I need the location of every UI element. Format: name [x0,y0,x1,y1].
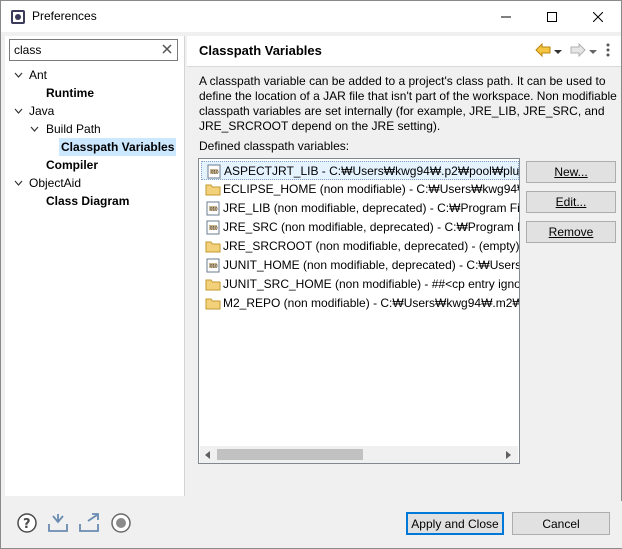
list-item[interactable]: ECLIPSE_HOME (non modifiable) - C:₩Users… [201,180,520,199]
forward-arrow-icon[interactable] [570,42,586,60]
svg-text:010: 010 [210,264,218,269]
new-button-label: New... [554,165,588,179]
classpath-variables-list[interactable]: 010 ASPECTJRT_LIB - C:₩Users₩kwg94₩.p2₩p… [198,158,520,464]
list-item[interactable]: 010 ASPECTJRT_LIB - C:₩Users₩kwg94₩.p2₩p… [201,161,519,180]
variable-text: JUNIT_HOME (non modifiable, deprecated) … [223,258,520,272]
list-item[interactable]: 010 JRE_LIB (non modifiable, deprecated)… [201,199,520,218]
variable-text: ECLIPSE_HOME (non modifiable) - C:₩Users… [223,182,520,196]
variable-text: JRE_LIB (non modifiable, deprecated) - C… [223,201,520,215]
tree-item-objectaid[interactable]: ObjectAid [5,174,183,192]
chevron-down-icon[interactable] [13,102,23,120]
variable-text: JRE_SRC (non modifiable, deprecated) - C… [223,220,520,234]
remove-button-label: Remove [548,225,594,239]
cancel-button[interactable]: Cancel [512,512,610,535]
folder-icon [205,298,221,310]
svg-text:010: 010 [211,170,219,175]
dialog-button-bar: ? Apply and Close Cancel [2,501,622,548]
page-header: Classpath Variables [187,36,621,67]
tree-item-label: Ant [29,68,48,82]
folder-icon [205,279,221,291]
jar-file-icon: 010 [206,258,220,273]
tree-item-label: Runtime [46,86,94,100]
window-title: Preferences [32,9,97,23]
jar-file-icon: 010 [206,220,220,235]
variable-text: JRE_SRCROOT (non modifiable, deprecated)… [223,239,520,253]
tree-item-label: Classpath Variables [61,140,175,154]
import-preferences-icon[interactable] [47,512,69,534]
page-description: A classpath variable can be added to a p… [199,74,617,133]
list-horizontal-scrollbar[interactable] [200,446,518,463]
edit-variable-button[interactable]: Edit... [526,191,616,213]
clear-filter-icon[interactable] [161,43,173,55]
chevron-down-icon[interactable] [13,174,23,192]
apply-and-close-button[interactable]: Apply and Close [406,512,504,535]
folder-icon [205,184,221,196]
scroll-right-icon[interactable] [502,446,516,463]
chevron-down-icon[interactable] [13,66,23,84]
tree-item-classpath-variables[interactable]: Classpath Variables [59,138,176,156]
tree-item-java[interactable]: Java [5,102,183,120]
tree-item-ant[interactable]: Ant [5,66,183,84]
tree-item-label: ObjectAid [29,176,82,190]
apply-and-close-label: Apply and Close [411,516,499,531]
preferences-tree-pane: class Ant Runtime Java Build Path Classp… [5,36,185,529]
new-variable-button[interactable]: New... [526,161,616,183]
tree-item-build-path[interactable]: Build Path [5,120,183,138]
remove-variable-button[interactable]: Remove [526,221,616,243]
help-icon[interactable]: ? [16,512,38,534]
edit-button-label: Edit... [555,195,587,209]
variable-text: M2_REPO (non modifiable) - C:₩Users₩kwg9… [223,296,520,310]
tree-item-label: Java [29,104,55,118]
tree-item-compiler[interactable]: Compiler [5,156,183,174]
back-menu-chevron-down-icon[interactable] [554,44,562,58]
defined-variables-label: Defined classpath variables: [199,139,350,153]
title-bar: Preferences [1,1,621,32]
tree-item-runtime[interactable]: Runtime [5,84,183,102]
filter-input[interactable]: class [9,39,178,61]
minimize-button[interactable] [483,1,529,32]
list-item[interactable]: M2_REPO (non modifiable) - C:₩Users₩kwg9… [201,294,520,313]
svg-text:010: 010 [210,207,218,212]
list-item[interactable]: 010 JRE_SRC (non modifiable, deprecated)… [201,218,520,237]
jar-file-icon: 010 [207,164,221,179]
close-button[interactable] [575,1,621,32]
page-title: Classpath Variables [199,43,322,58]
preferences-window: Preferences class Ant Runtime Java Build… [0,0,622,549]
scroll-left-icon[interactable] [201,446,215,463]
list-item[interactable]: JRE_SRCROOT (non modifiable, deprecated)… [201,237,520,256]
maximize-button[interactable] [529,1,575,32]
tree-item-label: Class Diagram [46,194,130,208]
svg-text:?: ? [23,517,31,532]
variable-text: JUNIT_SRC_HOME (non modifiable) - ##<cp … [223,277,520,291]
filter-input-value: class [14,43,42,57]
list-item[interactable]: 010 JUNIT_HOME (non modifiable, deprecat… [201,256,520,275]
scrollbar-thumb[interactable] [217,449,363,460]
list-item[interactable]: JUNIT_SRC_HOME (non modifiable) - ##<cp … [201,275,520,294]
forward-menu-chevron-down-icon[interactable] [589,44,597,58]
view-menu-icon[interactable] [605,43,611,60]
export-preferences-icon[interactable] [78,512,100,534]
variable-text: ASPECTJRT_LIB - C:₩Users₩kwg94₩.p2₩pool₩… [224,164,520,178]
page-navigation [532,42,611,60]
record-icon[interactable] [110,512,132,534]
classpath-variables-page: Classpath Variables A classpath variable… [187,36,621,496]
tree-item-label: Build Path [46,122,101,136]
svg-text:010: 010 [210,226,218,231]
folder-icon [205,241,221,253]
jar-file-icon: 010 [206,201,220,216]
tree-item-label: Compiler [46,158,99,172]
back-arrow-icon[interactable] [535,42,551,60]
chevron-down-icon[interactable] [29,120,39,138]
cancel-label: Cancel [542,516,580,531]
eclipse-app-icon [11,10,25,24]
tree-item-class-diagram[interactable]: Class Diagram [5,192,183,210]
